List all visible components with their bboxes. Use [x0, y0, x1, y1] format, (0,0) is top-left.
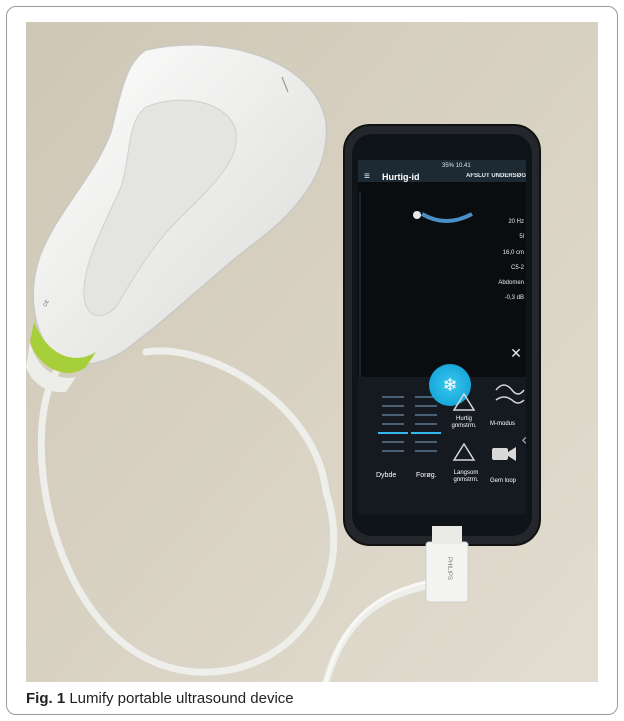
photo: CE ❄ ‹ ✕ 35% 10.41 ≡ Hurtig-id AFSLUT UN…	[26, 22, 598, 682]
status-bar: 35% 10.41	[442, 163, 471, 169]
param-2: 16,0 cm	[502, 250, 524, 256]
param-1: 5l	[519, 234, 524, 240]
app-title: Hurtig-id	[382, 172, 420, 182]
depth-label: Dybde	[376, 472, 397, 479]
quick-avg-label: Hurtig gnmstrm.	[451, 416, 477, 429]
slow-avg-label: Langsom gnmstrm.	[453, 470, 479, 483]
m-mode-label: M-modus	[490, 421, 516, 427]
param-3: C5-2	[510, 265, 524, 271]
param-0: 20 Hz	[508, 219, 524, 225]
figure-caption: Fig. 1 Lumify portable ultrasound device	[26, 690, 294, 707]
param-4: Abdomen	[498, 280, 524, 286]
philips-label: PHILIPS	[446, 557, 452, 581]
menu-icon: ≡	[364, 171, 370, 182]
svg-text:‹: ‹	[521, 430, 527, 449]
end-exam-button: AFSLUT UNDERSØG	[466, 173, 526, 179]
figure-number: Fig. 1	[26, 690, 66, 707]
device-photo: CE ❄ ‹ ✕	[26, 22, 598, 682]
param-5: -0,3 dB	[504, 295, 524, 301]
caption-text: Lumify portable ultrasound device	[65, 690, 294, 707]
gain-label: Forøg.	[416, 472, 437, 479]
svg-text:✕: ✕	[510, 346, 522, 362]
svg-text:❄: ❄	[442, 375, 457, 396]
save-loop-label: Gem loop	[490, 478, 517, 484]
